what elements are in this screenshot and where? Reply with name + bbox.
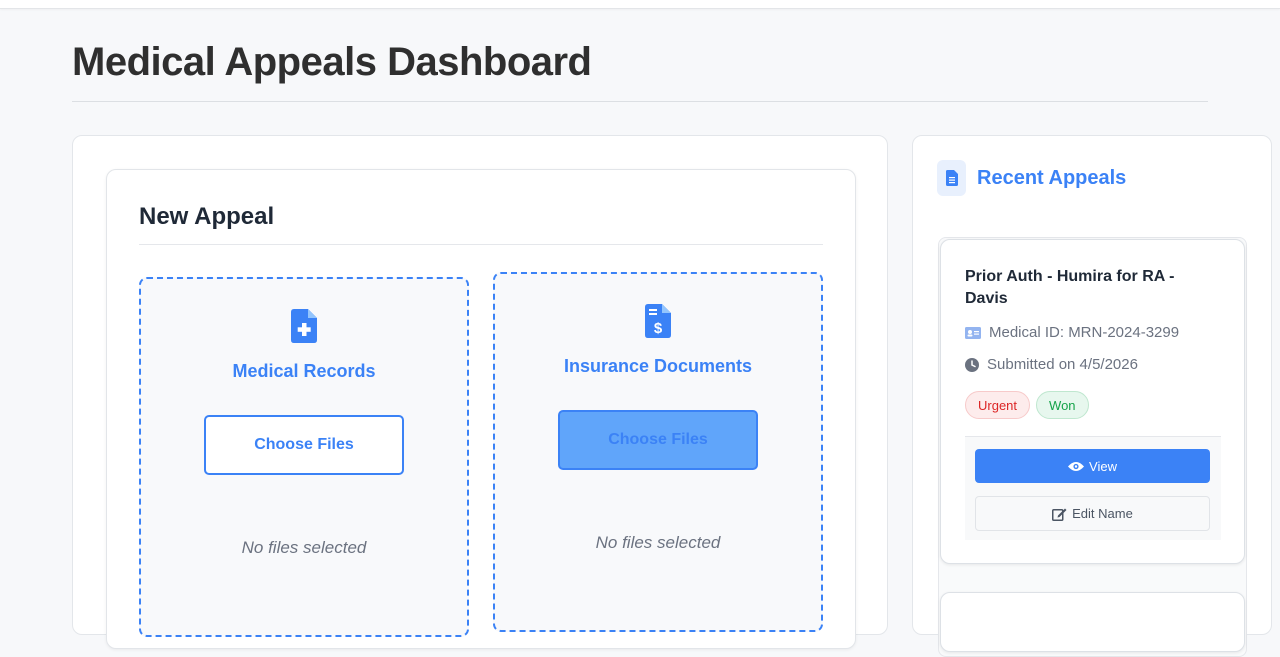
svg-text:$: $: [654, 320, 663, 337]
appeal-card: [940, 592, 1245, 652]
edit-name-button[interactable]: Edit Name: [975, 496, 1210, 531]
submitted-date-text: Submitted on 4/5/2026: [987, 356, 1138, 373]
submitted-date-row: Submitted on 4/5/2026: [965, 356, 1138, 373]
eye-icon: [1068, 461, 1085, 471]
insurance-documents-file-status: No files selected: [595, 533, 721, 552]
medical-records-file-status: No files selected: [241, 538, 367, 557]
page-title: Medical Appeals Dashboard: [72, 40, 592, 84]
recent-appeals-panel: Recent Appeals Prior Auth - Humira for R…: [912, 135, 1272, 657]
recent-appeals-title: Recent Appeals: [977, 167, 1127, 189]
new-appeal-divider: [139, 244, 823, 245]
appeal-actions: View Edit Name: [965, 436, 1221, 540]
medical-records-dropzone[interactable]: Medical Records Choose Files No files se…: [139, 277, 469, 637]
view-appeal-button[interactable]: View: [975, 449, 1210, 483]
file-icon: [937, 160, 966, 196]
appeal-card: Prior Auth - Humira for RA - Davis Medic…: [940, 239, 1245, 564]
new-appeal-card: New Appeal Medical Records Choose Files …: [106, 169, 856, 649]
medical-id-text: Medical ID: MRN-2024-3299: [989, 324, 1180, 341]
id-card-icon: [965, 326, 981, 339]
edit-icon: [1052, 508, 1067, 521]
won-status-badge: Won: [1036, 391, 1089, 419]
medical-records-choose-files-button[interactable]: Choose Files: [204, 415, 404, 475]
recent-appeals-list[interactable]: Prior Auth - Humira for RA - Davis Medic…: [938, 237, 1247, 657]
main-panel: New Appeal Medical Records Choose Files …: [72, 135, 888, 649]
top-bar: [0, 0, 1280, 9]
view-button-label: View: [1089, 458, 1117, 474]
file-medical-icon: [291, 309, 317, 343]
medical-records-label: Medical Records: [232, 361, 376, 381]
title-divider: [72, 101, 1208, 102]
appeal-title: Prior Auth - Humira for RA - Davis: [965, 268, 1175, 307]
urgent-badge: Urgent: [965, 391, 1031, 419]
insurance-documents-choose-files-button[interactable]: Choose Files: [558, 410, 758, 470]
medical-id-row: Medical ID: MRN-2024-3299: [965, 324, 1179, 341]
appeal-badges: Urgent Won: [965, 391, 1089, 419]
clock-icon: [965, 357, 979, 372]
file-invoice-dollar-icon: $: [645, 304, 671, 338]
new-appeal-title: New Appeal: [139, 203, 275, 230]
insurance-documents-dropzone[interactable]: $ Insurance Documents Choose Files No fi…: [493, 272, 823, 632]
insurance-documents-label: Insurance Documents: [563, 356, 753, 376]
edit-name-button-label: Edit Name: [1072, 506, 1133, 521]
